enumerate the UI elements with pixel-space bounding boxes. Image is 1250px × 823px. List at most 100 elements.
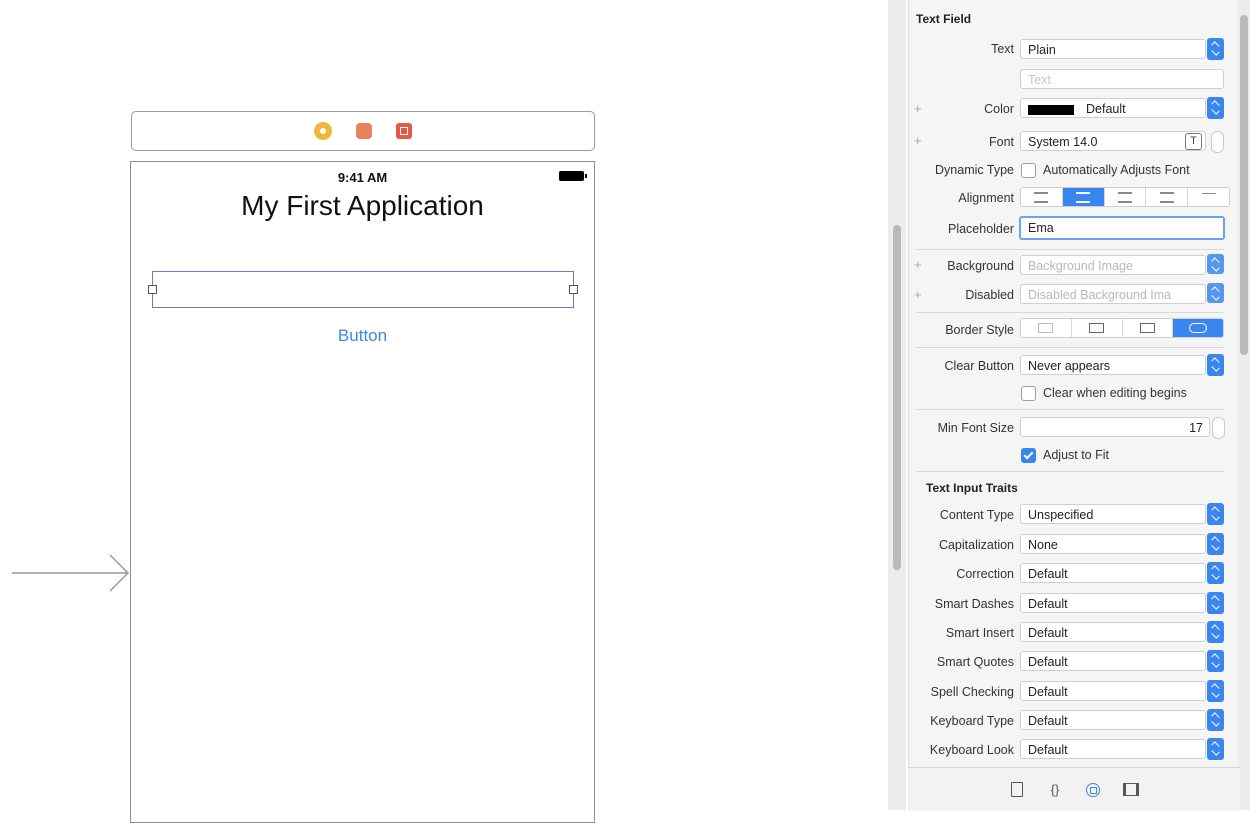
min-font-size-field[interactable]: 17 (1020, 417, 1210, 437)
min-font-size-label: Min Font Size (937, 421, 1014, 435)
text-type-stepper-icon[interactable] (1207, 38, 1224, 60)
media-library-icon (1123, 783, 1139, 796)
file-template-tab[interactable] (1009, 782, 1025, 798)
view-controller-icon[interactable] (314, 122, 332, 140)
spell-checking-select[interactable]: Default (1020, 681, 1206, 701)
correction-select[interactable]: Default (1020, 563, 1206, 583)
align-right-icon (1117, 191, 1132, 203)
dynamic-type-checkbox-label: Automatically Adjusts Font (1043, 163, 1190, 177)
background-image-select[interactable]: Background Image (1020, 255, 1206, 275)
border-none-icon (1038, 323, 1054, 333)
dynamic-type-checkbox[interactable] (1021, 163, 1036, 178)
border-rounded-button[interactable] (1173, 319, 1223, 337)
media-library-tab[interactable] (1123, 782, 1139, 798)
capitalization-stepper-icon[interactable] (1207, 533, 1224, 555)
keyboard-type-select[interactable]: Default (1020, 710, 1206, 730)
canvas-scrollbar-thumb[interactable] (893, 225, 901, 570)
device-screen[interactable]: 9:41 AM My First Application Button (130, 161, 595, 823)
keyboard-look-select[interactable]: Default (1020, 739, 1206, 759)
spell-checking-stepper-icon[interactable] (1207, 680, 1224, 702)
min-font-size-stepper[interactable] (1212, 417, 1225, 439)
content-type-select[interactable]: Unspecified (1020, 504, 1206, 524)
border-line-icon (1089, 323, 1105, 333)
text-type-select[interactable]: Plain (1020, 39, 1206, 59)
entry-point-arrow-icon[interactable] (12, 553, 130, 593)
color-select[interactable]: Default (1020, 98, 1206, 118)
section-title-text-input-traits: Text Input Traits (926, 481, 1018, 495)
placeholder-label: Placeholder (947, 222, 1014, 236)
keyboard-look-stepper-icon[interactable] (1207, 738, 1224, 760)
smart-quotes-select[interactable]: Default (1020, 651, 1206, 671)
smart-quotes-stepper-icon[interactable] (1207, 650, 1224, 672)
inspector-scrollbar-thumb[interactable] (1240, 15, 1248, 355)
object-library-tab[interactable] (1085, 782, 1101, 798)
align-right-button[interactable] (1105, 188, 1147, 206)
clear-when-editing-checkbox[interactable] (1021, 386, 1036, 401)
first-responder-icon[interactable] (356, 123, 372, 139)
border-style-label: Border Style (945, 323, 1014, 337)
keyboard-type-stepper-icon[interactable] (1207, 709, 1224, 731)
scene-dock (131, 111, 595, 151)
disabled-image-select[interactable]: Disabled Background Ima (1020, 284, 1206, 304)
border-style-segmented-control[interactable] (1020, 318, 1224, 338)
background-label: Background (947, 259, 1014, 273)
border-none-button[interactable] (1021, 319, 1072, 337)
align-natural-button[interactable] (1188, 188, 1229, 206)
keyboard-look-label: Keyboard Look (929, 743, 1014, 757)
smart-dashes-stepper-icon[interactable] (1207, 592, 1224, 614)
app-title-label[interactable]: My First Application (131, 190, 594, 222)
braces-icon: {} (1050, 782, 1060, 797)
resize-handle-right[interactable] (569, 285, 578, 294)
font-field[interactable]: System 14.0 (1020, 131, 1206, 151)
status-bar-time: 9:41 AM (337, 170, 388, 185)
border-line-button[interactable] (1072, 319, 1123, 337)
exit-icon[interactable] (396, 123, 412, 139)
email-text-field[interactable] (148, 271, 578, 308)
color-stepper-icon[interactable] (1207, 97, 1224, 119)
object-library-icon (1086, 782, 1100, 797)
battery-icon (559, 171, 587, 181)
border-bezel-icon (1139, 323, 1155, 333)
align-natural-icon (1201, 193, 1216, 201)
border-rounded-icon (1189, 323, 1208, 333)
text-content-field[interactable]: Text (1020, 69, 1224, 89)
background-chevron-icon[interactable] (1207, 254, 1224, 274)
divider (916, 312, 1224, 313)
alignment-segmented-control[interactable] (1020, 187, 1230, 207)
color-label: Color (984, 102, 1014, 116)
font-size-stepper[interactable] (1211, 131, 1224, 153)
smart-quotes-label: Smart Quotes (936, 655, 1014, 669)
code-snippet-tab[interactable]: {} (1047, 782, 1063, 798)
font-label: Font (988, 135, 1014, 149)
align-left-button[interactable] (1021, 188, 1063, 206)
align-left-icon (1034, 191, 1049, 203)
correction-label: Correction (956, 567, 1014, 581)
disabled-chevron-icon[interactable] (1207, 283, 1224, 303)
ui-button[interactable]: Button (131, 326, 594, 346)
placeholder-input[interactable]: Ema (1019, 216, 1225, 240)
font-picker-icon[interactable]: T (1185, 133, 1202, 150)
color-swatch (1028, 104, 1074, 115)
clear-button-select[interactable]: Never appears (1020, 355, 1206, 375)
adjust-to-fit-checkbox[interactable] (1021, 448, 1036, 463)
resize-handle-left[interactable] (148, 285, 157, 294)
correction-stepper-icon[interactable] (1207, 562, 1224, 584)
divider (916, 249, 1224, 250)
border-bezel-button[interactable] (1123, 319, 1174, 337)
clear-button-stepper-icon[interactable] (1207, 354, 1224, 376)
divider (916, 471, 1224, 472)
align-center-button[interactable] (1062, 188, 1105, 206)
align-justified-button[interactable] (1146, 188, 1189, 206)
clear-when-editing-label: Clear when editing begins (1043, 386, 1187, 400)
dynamic-type-label: Dynamic Type (935, 163, 1014, 177)
spell-checking-label: Spell Checking (930, 685, 1014, 699)
smart-insert-select[interactable]: Default (1020, 622, 1206, 642)
capitalization-label: Capitalization (938, 538, 1014, 552)
capitalization-select[interactable]: None (1020, 534, 1206, 554)
alignment-label: Alignment (958, 191, 1014, 205)
storyboard-canvas[interactable]: 9:41 AM My First Application Button (0, 0, 880, 823)
smart-insert-stepper-icon[interactable] (1207, 621, 1224, 643)
adjust-to-fit-label: Adjust to Fit (1043, 448, 1109, 462)
smart-dashes-select[interactable]: Default (1020, 593, 1206, 613)
content-type-stepper-icon[interactable] (1207, 503, 1224, 525)
